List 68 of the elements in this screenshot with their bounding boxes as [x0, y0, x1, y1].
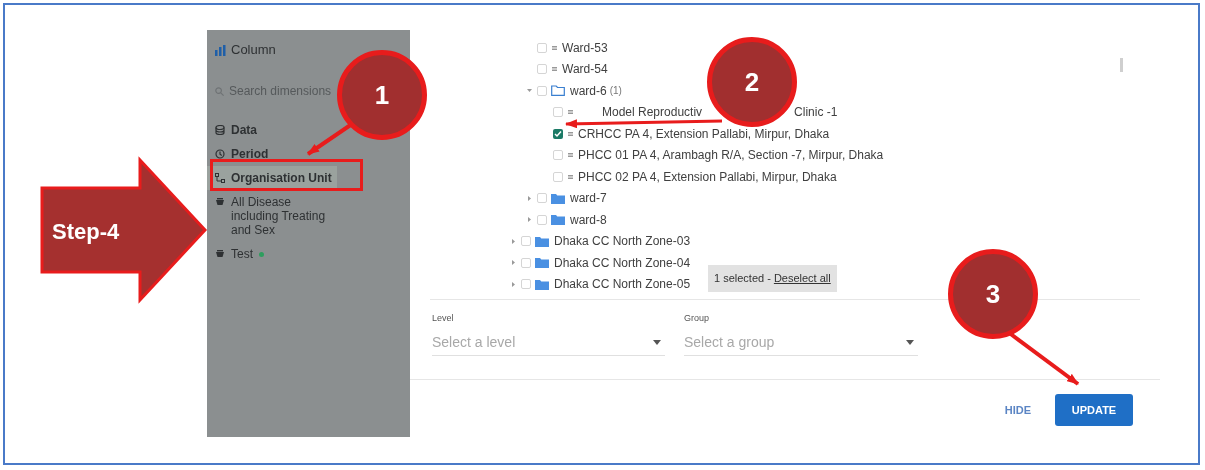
tree-item-label[interactable]: ward-7: [570, 189, 607, 208]
chart-icon: [215, 44, 226, 56]
step-label: Step-4: [52, 218, 120, 246]
tree-item-label[interactable]: Clinic -1: [794, 103, 838, 122]
list-icon: [568, 131, 573, 136]
caret-icon: [527, 195, 532, 201]
list-icon: [568, 110, 573, 115]
checkbox[interactable]: [553, 107, 563, 118]
list-icon: [568, 153, 573, 158]
tree-item-label[interactable]: Dhaka CC North Zone-04: [554, 253, 691, 272]
sidebar-item[interactable]: Test: [207, 242, 337, 266]
caret-icon: [527, 217, 532, 223]
tree-item-label[interactable]: Dhaka CC North Zone-05: [554, 275, 691, 294]
folder-icon: [535, 235, 549, 247]
clock-icon: [215, 149, 225, 159]
checkbox[interactable]: [521, 257, 531, 268]
list-icon: [552, 67, 557, 72]
list-icon: [552, 45, 557, 50]
folder-icon: [535, 257, 549, 269]
dropdown-icon: [906, 339, 914, 345]
checkbox[interactable]: [553, 128, 563, 139]
caret-icon: [511, 260, 516, 266]
selection-count: 1 selected -: [714, 271, 771, 286]
deselect-all-link[interactable]: Deselect all: [773, 270, 831, 287]
group-label: Group: [684, 312, 710, 325]
hierarchy-icon: [215, 173, 225, 183]
list-icon: [568, 174, 573, 179]
caret-icon: [511, 238, 516, 244]
tree-item-label[interactable]: Model Reproductiv: [602, 103, 703, 122]
search-icon: [215, 86, 224, 96]
chart-type-label: Column: [231, 41, 276, 60]
checkbox[interactable]: [521, 236, 531, 247]
tree-item-label[interactable]: ward-8: [570, 210, 607, 229]
checkbox[interactable]: [537, 42, 547, 53]
sidebar-item[interactable]: Period: [207, 142, 337, 166]
caret-icon: [527, 88, 532, 94]
checkbox[interactable]: [537, 85, 547, 96]
checkbox[interactable]: [537, 64, 547, 75]
sidebar-item[interactable]: Organisation Unit: [207, 166, 337, 190]
tree-item-label[interactable]: Dhaka CC North Zone-03: [554, 232, 691, 251]
checkbox[interactable]: [537, 214, 547, 225]
folder-icon: [551, 192, 565, 204]
update-button[interactable]: UPDATE: [1055, 394, 1133, 427]
hide-button[interactable]: HIDE: [1000, 394, 1035, 427]
sidebar-item[interactable]: All Disease including Treating and Sex: [207, 190, 337, 242]
folder-icon: [551, 85, 565, 97]
item-count: (1): [609, 84, 622, 99]
scrollbar-thumb[interactable]: [1120, 58, 1123, 72]
checkbox[interactable]: [521, 279, 531, 290]
sidebar-item[interactable]: Data: [207, 118, 337, 142]
tree-item-label[interactable]: PHCC 02 PA 4, Extension Pallabi, Mirpur, Dhaka: [578, 167, 837, 186]
dimension-icon: [215, 249, 225, 259]
tree-item-label[interactable]: PHCC 01 PA 4, Arambagh R/A, Section -7, Mirpur, Dhaka: [578, 146, 884, 165]
checkbox[interactable]: [537, 193, 547, 204]
caret-icon: [511, 281, 516, 287]
check-icon: [554, 129, 562, 138]
tree-item-label[interactable]: Ward-54: [562, 60, 608, 79]
level-label: Level: [432, 312, 455, 325]
tree-item-label[interactable]: CRHCC PA 4, Extension Pallabi, Mirpur, Dhaka: [578, 124, 830, 143]
checkbox[interactable]: [553, 150, 563, 161]
folder-icon: [551, 214, 565, 226]
checkbox[interactable]: [553, 171, 563, 182]
tree-item-label[interactable]: Ward-53: [562, 38, 608, 57]
dimension-icon: [215, 197, 225, 207]
database-icon: [215, 125, 225, 135]
tree-item-label[interactable]: ward-6: [570, 81, 607, 100]
dropdown-icon: [653, 339, 661, 345]
folder-icon: [535, 278, 549, 290]
